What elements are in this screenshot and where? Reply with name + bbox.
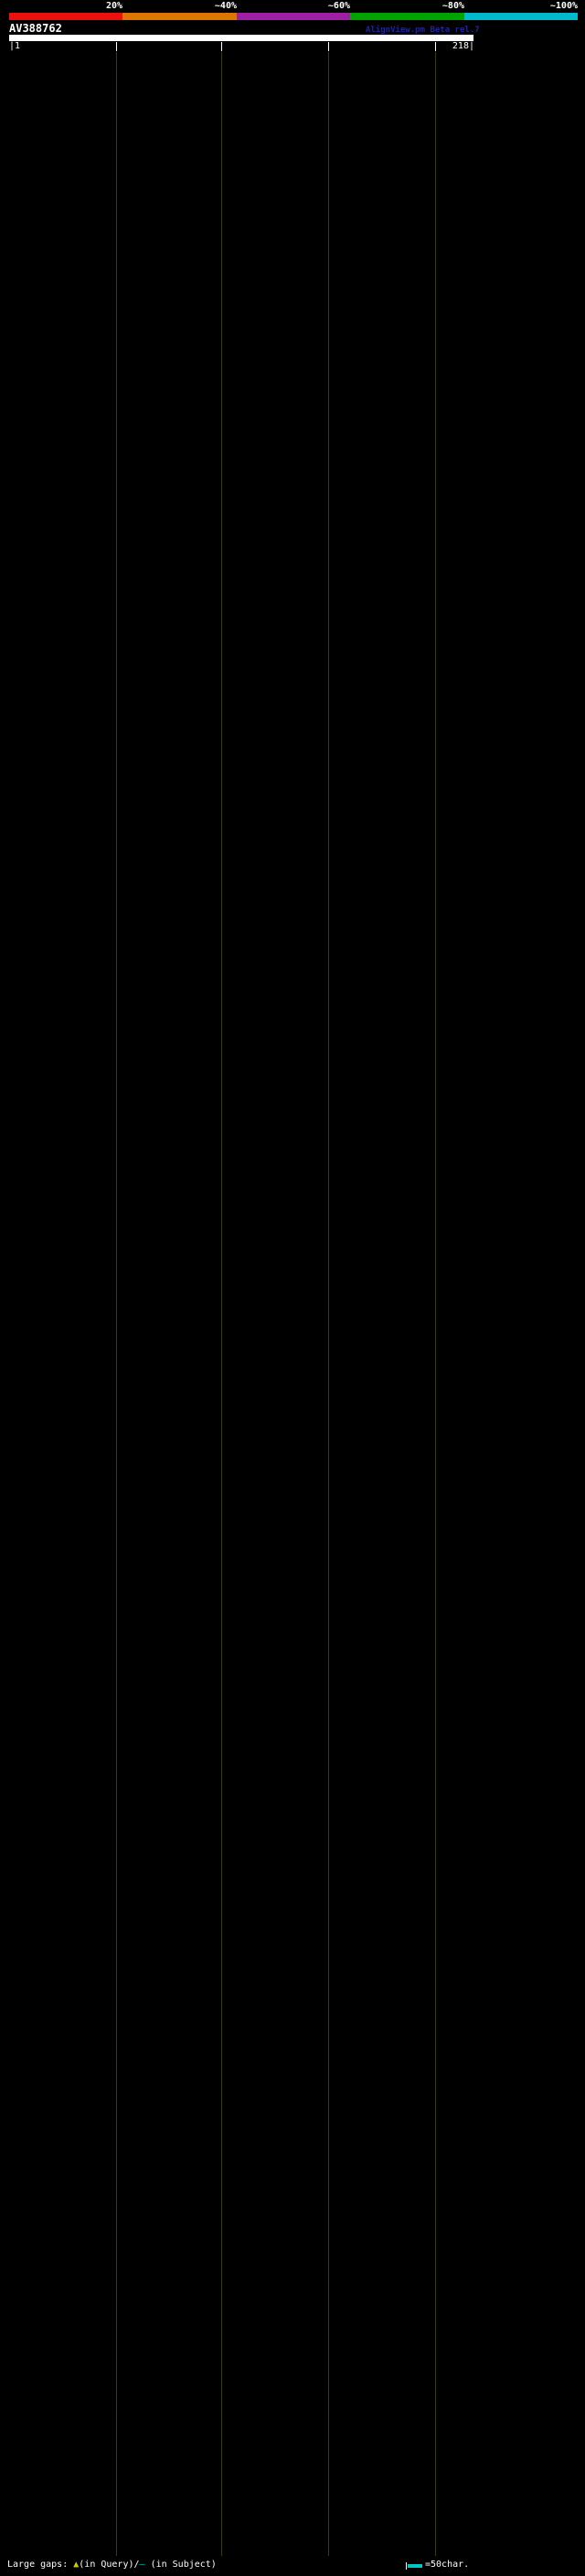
query-sequence-bar [9,35,473,41]
gap-legend-prefix: Large gaps: [7,2560,73,2570]
ruler-start-label: |1 [9,41,20,51]
gap-legend-middle: (in Query)/ [79,2560,139,2570]
legend-segment-cyan [464,13,578,20]
legend-segment-purple [237,13,350,20]
legend-label-100: ~100% [550,1,578,11]
score-legend-colorbar [9,13,578,20]
app-title: AlignView.pm Beta rel.7 [366,26,480,35]
legend-label-60: ~60% [328,1,350,11]
blast-alignview-screen: 20% ~40% ~60% ~80% ~100% AV388762 AlignV… [0,0,585,2576]
ruler-tick [435,42,436,51]
legend-segment-green [350,13,463,20]
ruler-tick [116,42,117,51]
legend-segment-red [9,13,122,20]
ruler-end-label: 218| [452,41,474,51]
scale-note: =50char. [425,2560,469,2570]
hit-rows [0,53,585,2557]
legend-label-40: ~40% [215,1,237,11]
query-name: AV388762 [9,22,62,35]
gap-legend: Large gaps: ▲(in Query)/— (in Subject) [7,2560,217,2570]
ruler-tick [221,42,222,51]
legend-label-20: 20% [106,1,122,11]
legend-segment-orange [122,13,236,20]
gap-legend-suffix: (in Subject) [145,2560,217,2570]
scale-bar-icon [408,2564,422,2568]
score-legend-labels: 20% ~40% ~60% ~80% ~100% [0,0,585,12]
ruler-tick [328,42,329,51]
scale-tick [406,2562,407,2570]
legend-label-80: ~80% [442,1,464,11]
query-ruler: |1 218| [0,41,585,52]
